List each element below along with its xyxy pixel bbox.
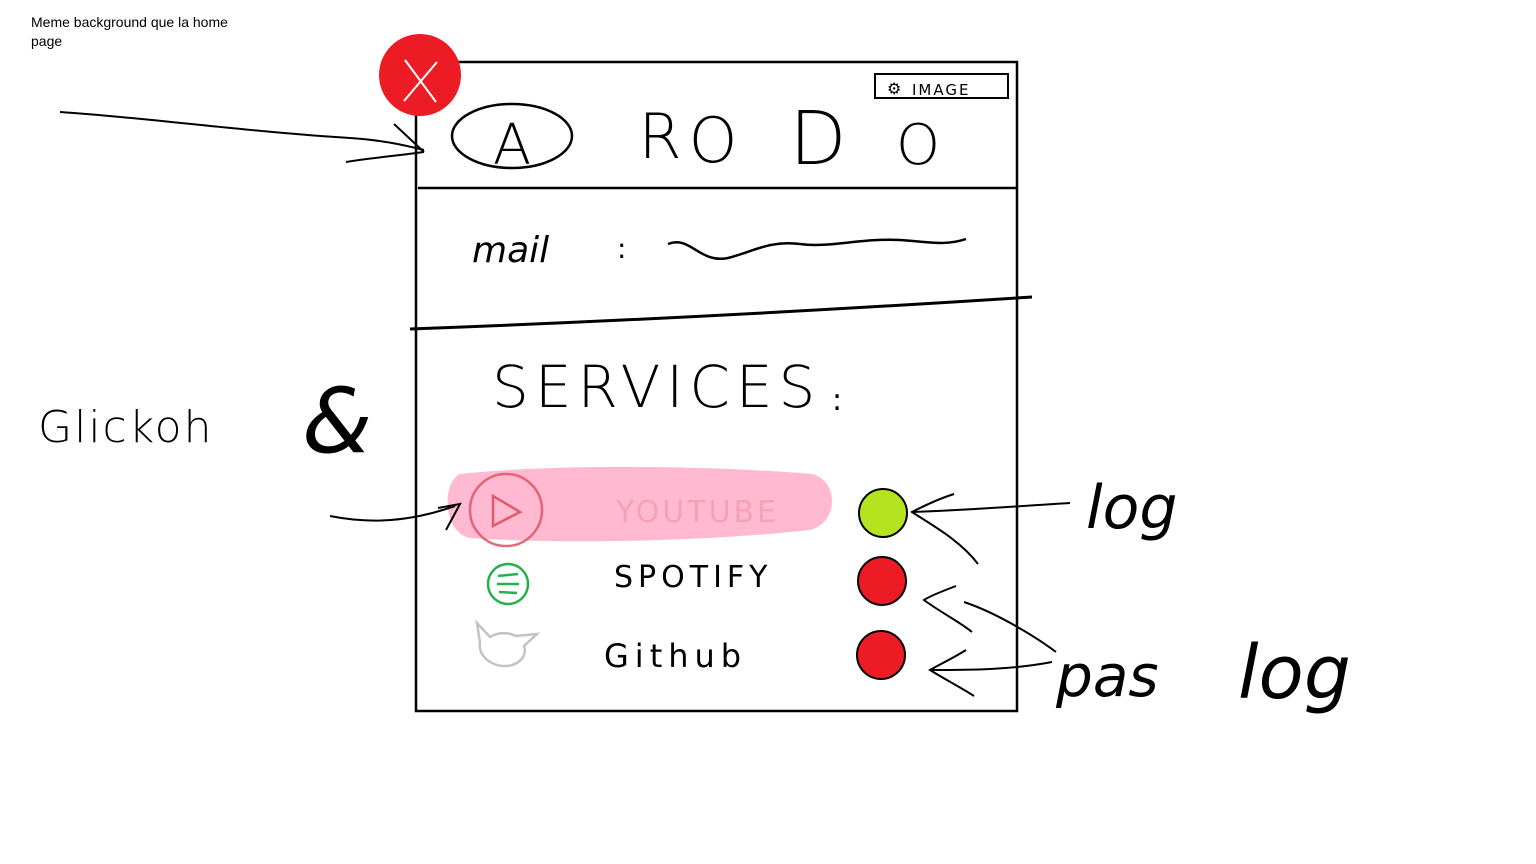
annotation-pas-log: log bbox=[1238, 630, 1351, 716]
annotation-log: log bbox=[1086, 473, 1177, 543]
services-title: SERVICES bbox=[492, 353, 821, 421]
annotation-click-on: Glickoh bbox=[38, 402, 213, 453]
service-name-github: Github bbox=[604, 637, 747, 675]
mockup-sketch: ⚙ IMAGE A R O D O mail : SERVICES : YOUT… bbox=[38, 34, 1351, 716]
services-colon: : bbox=[832, 383, 842, 418]
close-button[interactable] bbox=[379, 34, 461, 116]
mail-label: mail bbox=[472, 230, 549, 271]
pas-arrows bbox=[922, 585, 1057, 697]
title-letter-o: O bbox=[689, 104, 738, 177]
title-letter-o2: O bbox=[896, 113, 940, 178]
mail-colon: : bbox=[617, 232, 626, 265]
profile-avatar: A bbox=[450, 102, 574, 178]
log-arrow bbox=[910, 493, 1071, 565]
mail-value-squiggle bbox=[667, 237, 967, 261]
github-icon bbox=[475, 619, 541, 668]
annotation-click-on-letter: & bbox=[302, 369, 372, 474]
status-dot-github bbox=[856, 630, 906, 680]
avatar-letter: A bbox=[493, 113, 531, 178]
title-letter-d: D bbox=[790, 96, 847, 182]
image-badge-icon: ⚙ bbox=[887, 79, 901, 98]
mail-divider bbox=[409, 295, 1033, 331]
service-name-youtube: YOUTUBE bbox=[615, 495, 779, 530]
status-dot-youtube bbox=[858, 488, 908, 538]
service-row-youtube[interactable]: YOUTUBE bbox=[447, 466, 832, 548]
service-row-github[interactable]: Github bbox=[475, 619, 747, 675]
click-arrow bbox=[329, 502, 462, 531]
image-badge: ⚙ IMAGE bbox=[874, 73, 1009, 99]
service-name-spotify: SPOTIFY bbox=[614, 560, 773, 595]
image-badge-label: IMAGE bbox=[912, 81, 970, 99]
annotation-pas: pas bbox=[1055, 642, 1159, 710]
service-row-spotify[interactable]: SPOTIFY bbox=[486, 560, 773, 606]
title-letter-r: R bbox=[638, 100, 681, 173]
spotify-icon bbox=[486, 562, 530, 606]
avatar-arrow bbox=[59, 111, 425, 163]
status-dot-spotify bbox=[857, 556, 907, 606]
